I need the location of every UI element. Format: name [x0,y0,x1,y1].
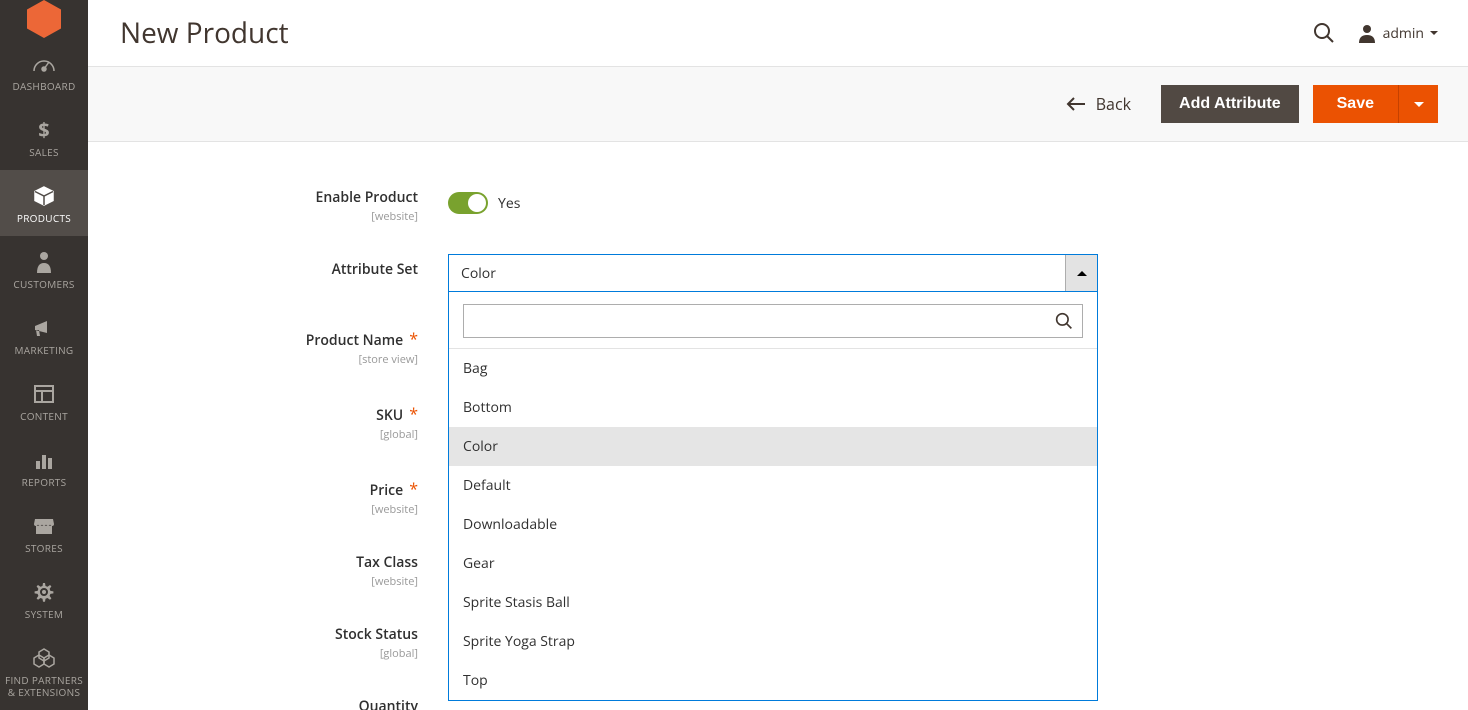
sidebar-item-stores[interactable]: STORES [0,500,88,566]
dropdown-item[interactable]: Top [449,661,1097,700]
dropdown-list: Bag Bottom Color Default Downloadable Ge… [449,348,1097,700]
attribute-set-label: Attribute Set [332,260,418,279]
quantity-label: Quantity [359,697,418,710]
sidebar-item-label: CONTENT [20,410,68,422]
chevron-down-icon [1430,31,1438,35]
select-toggle[interactable] [1065,255,1097,291]
sku-label: SKU [376,406,403,425]
sidebar-item-customers[interactable]: CUSTOMERS [0,236,88,302]
sidebar-item-label: REPORTS [22,476,67,488]
stock-status-label: Stock Status [335,625,418,644]
price-label: Price [370,481,404,500]
sidebar: DASHBOARD $ SALES PRODUCTS CUSTOMERS MAR… [0,0,88,710]
sidebar-item-label: SALES [29,146,59,158]
dashboard-icon [32,50,56,78]
scope-label: [store view] [118,352,418,367]
partners-icon [33,644,55,672]
required-mark: * [409,328,418,350]
search-icon[interactable] [1313,22,1335,44]
dropdown-search-input[interactable] [464,313,1046,329]
dropdown-item[interactable]: Sprite Stasis Ball [449,583,1097,622]
sidebar-item-label: SYSTEM [25,608,63,620]
add-attribute-button[interactable]: Add Attribute [1161,85,1299,123]
back-label: Back [1096,93,1131,115]
sidebar-item-marketing[interactable]: MARKETING [0,302,88,368]
person-icon [36,248,52,276]
form-content: Enable Product [website] Yes Attribute S… [88,142,1468,710]
main: New Product admin Back [88,0,1468,710]
page-title: New Product [120,14,1313,52]
search-icon[interactable] [1046,312,1082,330]
dropdown-search [463,304,1083,338]
chevron-down-icon [1414,102,1424,107]
sidebar-item-label: CUSTOMERS [13,278,74,290]
dollar-icon: $ [37,116,51,144]
sidebar-item-label: DASHBOARD [12,80,75,92]
scope-label: [website] [118,209,418,224]
storefront-icon [33,512,55,540]
attribute-set-select[interactable]: Color [448,254,1098,292]
back-button[interactable]: Back [1066,93,1131,115]
tax-class-label: Tax Class [356,553,418,572]
scope-label: [website] [118,502,418,517]
attribute-set-dropdown: Bag Bottom Color Default Downloadable Ge… [448,292,1098,701]
svg-text:$: $ [38,119,49,141]
page-header: New Product admin [88,0,1468,67]
scope-label: [global] [118,646,418,661]
sidebar-item-reports[interactable]: REPORTS [0,434,88,500]
arrow-left-icon [1066,97,1086,111]
bar-chart-icon [34,446,54,474]
save-split-button: Save [1313,85,1438,123]
megaphone-icon [33,314,55,342]
dropdown-item[interactable]: Default [449,466,1097,505]
toolbar: Back Add Attribute Save [88,67,1468,142]
scope-label: [global] [118,427,418,442]
admin-label: admin [1383,24,1424,43]
required-mark: * [409,478,418,500]
layout-icon [34,380,54,408]
user-icon [1357,23,1377,43]
scope-label: [website] [118,574,418,589]
toggle-value: Yes [498,194,520,213]
chevron-up-icon [1077,271,1087,276]
gear-icon [34,578,54,606]
sidebar-item-label: MARKETING [15,344,74,356]
required-mark: * [409,403,418,425]
dropdown-item[interactable]: Downloadable [449,505,1097,544]
select-selected-value: Color [449,264,1065,283]
dropdown-item[interactable]: Sprite Yoga Strap [449,622,1097,661]
box-icon [33,182,55,210]
sidebar-item-content[interactable]: CONTENT [0,368,88,434]
enable-product-label: Enable Product [316,188,418,207]
save-options-toggle[interactable] [1398,85,1438,123]
save-button[interactable]: Save [1313,85,1398,123]
logo[interactable] [0,0,88,38]
sidebar-item-label: STORES [25,542,63,554]
sidebar-item-products[interactable]: PRODUCTS [0,170,88,236]
sidebar-item-sales[interactable]: $ SALES [0,104,88,170]
dropdown-item[interactable]: Bag [449,349,1097,388]
sidebar-item-partners[interactable]: FIND PARTNERS & EXTENSIONS [0,632,88,710]
sidebar-item-dashboard[interactable]: DASHBOARD [0,38,88,104]
enable-product-toggle[interactable] [448,192,488,214]
sidebar-item-label: FIND PARTNERS & EXTENSIONS [4,674,84,698]
product-name-label: Product Name [306,331,403,350]
admin-account-menu[interactable]: admin [1357,23,1438,43]
dropdown-item[interactable]: Bottom [449,388,1097,427]
dropdown-item[interactable]: Gear [449,544,1097,583]
sidebar-item-system[interactable]: SYSTEM [0,566,88,632]
dropdown-item[interactable]: Color [449,427,1097,466]
sidebar-item-label: PRODUCTS [17,212,71,224]
